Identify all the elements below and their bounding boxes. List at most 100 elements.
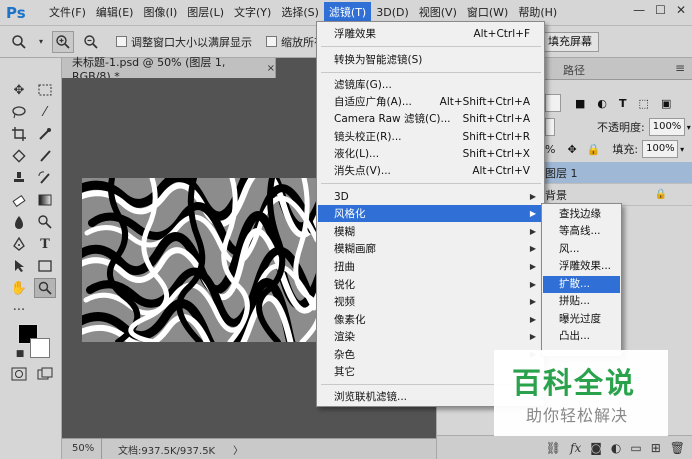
menu-item-convert-smart-filter[interactable]: 转换为智能滤镜(S) xyxy=(318,51,544,68)
shape-filter-icon[interactable]: ⬚ xyxy=(639,97,649,110)
submenu-item-emboss[interactable]: 浮雕效果... xyxy=(543,258,620,275)
menu-item-pixelate[interactable]: 像素化 ▶ xyxy=(318,311,544,328)
submenu-item-solarize[interactable]: 曝光过度 xyxy=(543,311,620,328)
fill-screen-button[interactable]: 填充屏幕 xyxy=(541,32,599,52)
crop-tool-icon[interactable] xyxy=(8,124,30,144)
smart-filter-icon[interactable]: ▣ xyxy=(661,97,671,110)
close-icon[interactable]: × xyxy=(267,63,275,74)
zoom-tool-preset-icon[interactable] xyxy=(8,31,30,53)
link-layers-icon[interactable]: ⛓ xyxy=(546,441,561,455)
marquee-tool-icon[interactable] xyxy=(34,80,56,100)
type-tool-icon[interactable]: T xyxy=(34,234,56,254)
menu-layer[interactable]: 图层(L) xyxy=(182,2,229,24)
minimize-icon[interactable]: — xyxy=(633,3,645,17)
healing-brush-icon[interactable] xyxy=(8,146,30,166)
menu-item-render[interactable]: 渲染 ▶ xyxy=(318,328,544,345)
lock-icon[interactable]: 🔒 xyxy=(587,143,601,156)
watermark: 百科全说 助你轻松解决 xyxy=(494,350,668,436)
menu-type[interactable]: 文字(Y) xyxy=(229,2,276,24)
menu-item-video[interactable]: 视频 ▶ xyxy=(318,293,544,310)
document-image[interactable] xyxy=(82,178,320,342)
path-selection-icon[interactable] xyxy=(8,256,30,276)
brush-tool-icon[interactable] xyxy=(34,146,56,166)
submenu-item-extrude[interactable]: 凸出... xyxy=(543,328,620,345)
submenu-item-find-edges[interactable]: 查找边缘 xyxy=(543,206,620,223)
menu-item-vanishing-point[interactable]: 消失点(V)... Alt+Ctrl+V xyxy=(318,162,544,179)
move-lock-icon[interactable]: ✥ xyxy=(567,143,576,156)
pen-tool-icon[interactable] xyxy=(8,234,30,254)
checkbox-box[interactable] xyxy=(116,36,127,47)
blur-tool-icon[interactable] xyxy=(8,212,30,232)
submenu-item-diffuse[interactable]: 扩散... xyxy=(543,276,620,293)
fx-icon[interactable]: fx xyxy=(570,441,581,455)
opacity-field[interactable]: 100% xyxy=(648,118,685,136)
menu-item-label: 视频 xyxy=(334,296,355,308)
zoom-in-icon[interactable] xyxy=(52,30,74,53)
document-tab[interactable]: 未标题-1.psd @ 50% (图层 1, RGB/8) * × xyxy=(62,56,276,83)
menu-edit[interactable]: 编辑(E) xyxy=(91,2,139,24)
menu-item-3d[interactable]: 3D ▶ xyxy=(318,188,544,205)
pixel-filter-icon[interactable]: ■ xyxy=(575,97,585,110)
filter-kind-dropdown[interactable] xyxy=(545,94,561,112)
chevron-down-icon[interactable]: ▾ xyxy=(680,145,684,154)
checkbox-box[interactable] xyxy=(266,36,277,47)
gradient-tool-icon[interactable] xyxy=(34,190,56,210)
clone-stamp-icon[interactable] xyxy=(8,168,30,188)
menu-item-emboss-last[interactable]: 浮雕效果 Alt+Ctrl+F xyxy=(318,25,544,42)
menu-image[interactable]: 图像(I) xyxy=(138,2,182,24)
move-tool-icon[interactable]: ✥ xyxy=(8,80,30,100)
submenu-item-wind[interactable]: 风... xyxy=(543,241,620,258)
new-layer-icon[interactable]: ⊞ xyxy=(651,441,661,455)
layer-name: 图层 1 xyxy=(545,166,578,180)
dodge-tool-icon[interactable] xyxy=(34,212,56,232)
menu-item-stylize[interactable]: 风格化 ▶ xyxy=(318,205,544,222)
menu-item-sharpen[interactable]: 锐化 ▶ xyxy=(318,276,544,293)
tab-paths[interactable]: 路径 xyxy=(563,62,585,78)
menu-item-distort[interactable]: 扭曲 ▶ xyxy=(318,258,544,275)
chevron-down-icon[interactable]: ▾ xyxy=(687,123,691,132)
more-tools-icon[interactable]: ··· xyxy=(8,300,30,320)
menu-item-liquify[interactable]: 液化(L)... Shift+Ctrl+X xyxy=(318,145,544,162)
group-folder-icon[interactable]: ▭ xyxy=(630,441,641,455)
adjustment-filter-icon[interactable]: ◐ xyxy=(597,97,607,110)
submenu-item-contour[interactable]: 等高线... xyxy=(543,223,620,240)
menu-item-blur[interactable]: 模糊 ▶ xyxy=(318,223,544,240)
eraser-tool-icon[interactable] xyxy=(8,190,30,210)
rectangle-tool-icon[interactable] xyxy=(34,256,56,276)
fill-field[interactable]: 100% xyxy=(642,140,679,158)
menu-item-adaptive-wide-angle[interactable]: 自适应广角(A)... Alt+Shift+Ctrl+A xyxy=(318,93,544,110)
resize-windows-checkbox[interactable]: 调整窗口大小以满屏显示 xyxy=(116,34,252,50)
hand-tool-icon[interactable]: ✋ xyxy=(8,278,30,298)
default-colors-icon[interactable]: ■ xyxy=(14,344,26,364)
menu-item-label: 杂色 xyxy=(334,349,355,361)
background-color-swatch[interactable] xyxy=(30,338,50,358)
trash-icon[interactable]: 🗑 xyxy=(670,441,685,455)
quick-mask-icon[interactable] xyxy=(8,364,30,384)
menu-item-lens-correction[interactable]: 镜头校正(R)... Shift+Ctrl+R xyxy=(318,128,544,145)
menu-item-blur-gallery[interactable]: 模糊画廊 ▶ xyxy=(318,240,544,257)
menu-item-camera-raw[interactable]: Camera Raw 滤镜(C)... Shift+Ctrl+A xyxy=(318,110,544,127)
adjustment-layer-icon[interactable]: ◐ xyxy=(611,441,621,455)
menu-item-label: 浏览联机滤镜... xyxy=(334,391,408,403)
close-icon[interactable]: ✕ xyxy=(676,3,686,17)
add-mask-icon[interactable]: ◙ xyxy=(590,441,602,455)
menu-item-filter-gallery[interactable]: 滤镜库(G)... xyxy=(318,76,544,93)
menu-file[interactable]: 文件(F) xyxy=(44,2,91,24)
status-menu-arrow[interactable]: 〉 xyxy=(233,442,243,457)
zoom-out-icon[interactable] xyxy=(80,31,102,53)
lasso-tool-icon[interactable] xyxy=(8,102,30,122)
chevron-down-icon[interactable]: ▾ xyxy=(36,31,46,53)
zoom-level-field[interactable]: 50% xyxy=(62,439,102,459)
maximize-icon[interactable]: ☐ xyxy=(655,3,666,17)
history-brush-icon[interactable] xyxy=(34,168,56,188)
magic-wand-icon[interactable]: ⁄ xyxy=(34,102,56,122)
panel-menu-icon[interactable]: ≡ xyxy=(675,61,685,75)
document-size-info: 文档:937.5K/937.5K xyxy=(118,445,216,457)
submenu-item-tiles[interactable]: 拼贴... xyxy=(543,293,620,310)
type-filter-icon[interactable]: T xyxy=(619,97,627,110)
zoom-tool-icon[interactable] xyxy=(34,278,56,298)
eyedropper-icon[interactable] xyxy=(34,124,56,144)
screen-mode-icon[interactable] xyxy=(34,364,56,384)
blend-mode-dropdown[interactable] xyxy=(545,118,555,136)
menu-item-label: 风格化 xyxy=(334,208,366,220)
